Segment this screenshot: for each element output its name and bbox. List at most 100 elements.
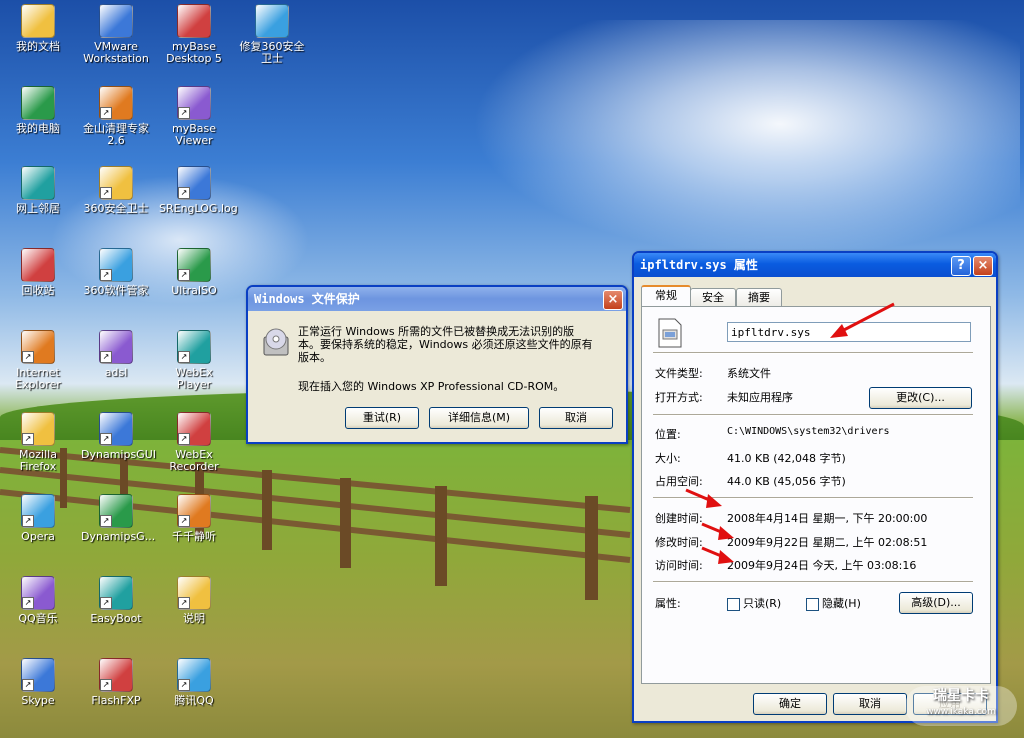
red-arrow-annotation <box>701 522 734 540</box>
dialog-titlebar[interactable]: Windows 文件保护 × <box>248 287 626 311</box>
desktop-icon[interactable]: ↗ Mozilla Firefox <box>3 412 73 473</box>
watermark-url: www.ikaka.com <box>926 707 996 717</box>
dynamips-gui-icon[interactable]: ↗ <box>99 412 133 446</box>
open-with-value: 未知应用程序 <box>727 391 793 404</box>
text-file-icon[interactable]: ↗ <box>177 576 211 610</box>
shortcut-arrow-icon: ↗ <box>100 597 112 609</box>
insert-cd-prompt: 现在插入您的 Windows XP Professional CD-ROM。 <box>298 380 565 393</box>
checkbox-box[interactable] <box>727 597 740 611</box>
desktop-icon[interactable]: ↗ adsl <box>81 330 151 379</box>
qq-music-icon[interactable]: ↗ <box>21 576 55 610</box>
ikaka-watermark: 瑞星卡卡 www.ikaka.com <box>905 686 1017 726</box>
recycle-bin-icon[interactable] <box>21 248 55 282</box>
cancel-button[interactable]: 取消 <box>833 693 907 715</box>
dynamips-icon[interactable]: ↗ <box>99 494 133 528</box>
desktop-icon[interactable]: myBase Desktop 5 <box>159 4 229 65</box>
desktop-icon-label: DynamipsGUI <box>81 448 156 461</box>
opera-icon[interactable]: ↗ <box>21 494 55 528</box>
desktop-icon[interactable]: ↗ FlashFXP <box>81 658 151 707</box>
readonly-checkbox[interactable]: 只读(R) <box>727 595 781 611</box>
shortcut-arrow-icon: ↗ <box>178 107 190 119</box>
desktop-icon[interactable]: ↗ WebEx Recorder <box>159 412 229 473</box>
desktop-icon[interactable]: 回收站 <box>3 248 73 297</box>
desktop-icon[interactable]: ↗ 腾讯QQ <box>159 658 229 707</box>
cd-drive-icon <box>260 327 292 359</box>
shortcut-arrow-icon: ↗ <box>22 597 34 609</box>
log-file-icon[interactable]: ↗ <box>177 166 211 200</box>
desktop-icon[interactable]: 我的电脑 <box>3 86 73 135</box>
desktop-icon[interactable]: 修复360安全 卫士 <box>237 4 307 65</box>
360-software-icon[interactable]: ↗ <box>99 248 133 282</box>
kingsoft-cleaner-icon[interactable]: ↗ <box>99 86 133 120</box>
desktop-icon[interactable]: ↗ 说明 <box>159 576 229 625</box>
desktop-icon-label: Opera <box>21 530 55 543</box>
shortcut-arrow-icon: ↗ <box>100 187 112 199</box>
vmware-icon[interactable] <box>99 4 133 38</box>
desktop-icon-label: QQ音乐 <box>18 612 58 625</box>
ok-button[interactable]: 确定 <box>753 693 827 715</box>
webex-recorder-icon[interactable]: ↗ <box>177 412 211 446</box>
tencent-qq-icon[interactable]: ↗ <box>177 658 211 692</box>
desktop-icon[interactable]: ↗ 金山清理专家 2.6 <box>81 86 151 147</box>
adsl-icon[interactable]: ↗ <box>99 330 133 364</box>
details-button[interactable]: 详细信息(M) <box>429 407 529 429</box>
change-button[interactable]: 更改(C)... <box>869 387 972 409</box>
mybase-viewer-icon[interactable]: ↗ <box>177 86 211 120</box>
desktop-icon[interactable]: ↗ DynamipsG... <box>81 494 155 543</box>
hidden-label: 隐藏(H) <box>822 597 861 610</box>
retry-button[interactable]: 重试(R) <box>345 407 419 429</box>
advanced-button[interactable]: 高级(D)... <box>899 592 973 614</box>
easyboot-icon[interactable]: ↗ <box>99 576 133 610</box>
desktop-icon[interactable]: ↗ EasyBoot <box>81 576 151 625</box>
desktop-icon[interactable]: 网上邻居 <box>3 166 73 215</box>
my-computer-icon[interactable] <box>21 86 55 120</box>
cancel-button[interactable]: 取消 <box>539 407 613 429</box>
desktop-icon[interactable]: VMware Workstation <box>81 4 151 65</box>
checkbox-box[interactable] <box>806 597 819 611</box>
desktop-icon[interactable]: ↗ Opera <box>3 494 73 543</box>
hidden-checkbox[interactable]: 隐藏(H) <box>806 595 861 611</box>
file-protection-dialog[interactable]: Windows 文件保护 × 正常运行 Windows 所需的文件已被替换成无法… <box>246 285 628 444</box>
my-documents-icon[interactable] <box>21 4 55 38</box>
size-value: 41.0 KB (42,048 字节) <box>727 452 846 465</box>
firefox-icon[interactable]: ↗ <box>21 412 55 446</box>
desktop-icon-label: Mozilla Firefox <box>19 448 57 473</box>
ultraiso-icon[interactable]: ↗ <box>177 248 211 282</box>
desktop-icon[interactable]: ↗ WebEx Player <box>159 330 229 391</box>
ttplayer-icon[interactable]: ↗ <box>177 494 211 528</box>
ie-repair-icon[interactable] <box>255 4 289 38</box>
desktop-icon[interactable]: ↗ Skype <box>3 658 73 707</box>
desktop-icon[interactable]: ↗ 360软件管家 <box>81 248 151 297</box>
desktop-icon[interactable]: ↗ myBase Viewer <box>159 86 229 147</box>
file-type-value: 系统文件 <box>727 367 771 380</box>
desktop-icon[interactable]: ↗ 千千静听 <box>159 494 229 543</box>
tab-security[interactable]: 安全 <box>690 288 736 307</box>
flashfxp-icon[interactable]: ↗ <box>99 658 133 692</box>
accessed-value: 2009年9月24日 今天, 上午 03:08:16 <box>727 559 917 572</box>
tab-summary[interactable]: 摘要 <box>736 288 782 307</box>
mybase-desktop-icon[interactable] <box>177 4 211 38</box>
red-arrow-annotation <box>830 302 895 338</box>
desktop-icon[interactable]: ↗ 360安全卫士 <box>81 166 151 215</box>
desktop-icon[interactable]: ↗ UltraISO <box>159 248 229 297</box>
desktop-icon[interactable]: ↗ DynamipsGUI <box>81 412 156 461</box>
internet-explorer-icon[interactable]: ↗ <box>21 330 55 364</box>
separator <box>653 352 973 354</box>
sky-light <box>420 20 1020 280</box>
close-button[interactable]: × <box>603 290 623 310</box>
360-safe-icon[interactable]: ↗ <box>99 166 133 200</box>
dialog-titlebar[interactable]: ipfltdrv.sys 属性 ? × <box>634 253 996 277</box>
network-places-icon[interactable] <box>21 166 55 200</box>
desktop-icon[interactable]: ↗ SREngLOG.log <box>159 166 238 215</box>
shortcut-arrow-icon: ↗ <box>100 515 112 527</box>
skype-icon[interactable]: ↗ <box>21 658 55 692</box>
close-button[interactable]: × <box>973 256 993 276</box>
desktop-icon-label: myBase Desktop 5 <box>166 40 222 65</box>
desktop-icon[interactable]: ↗ Internet Explorer <box>3 330 73 391</box>
desktop-icon[interactable]: ↗ QQ音乐 <box>3 576 73 625</box>
desktop-icon[interactable]: 我的文档 <box>3 4 73 53</box>
file-type-label: 文件类型: <box>655 367 703 380</box>
webex-player-icon[interactable]: ↗ <box>177 330 211 364</box>
help-button[interactable]: ? <box>951 256 971 276</box>
location-label: 位置: <box>655 428 681 441</box>
